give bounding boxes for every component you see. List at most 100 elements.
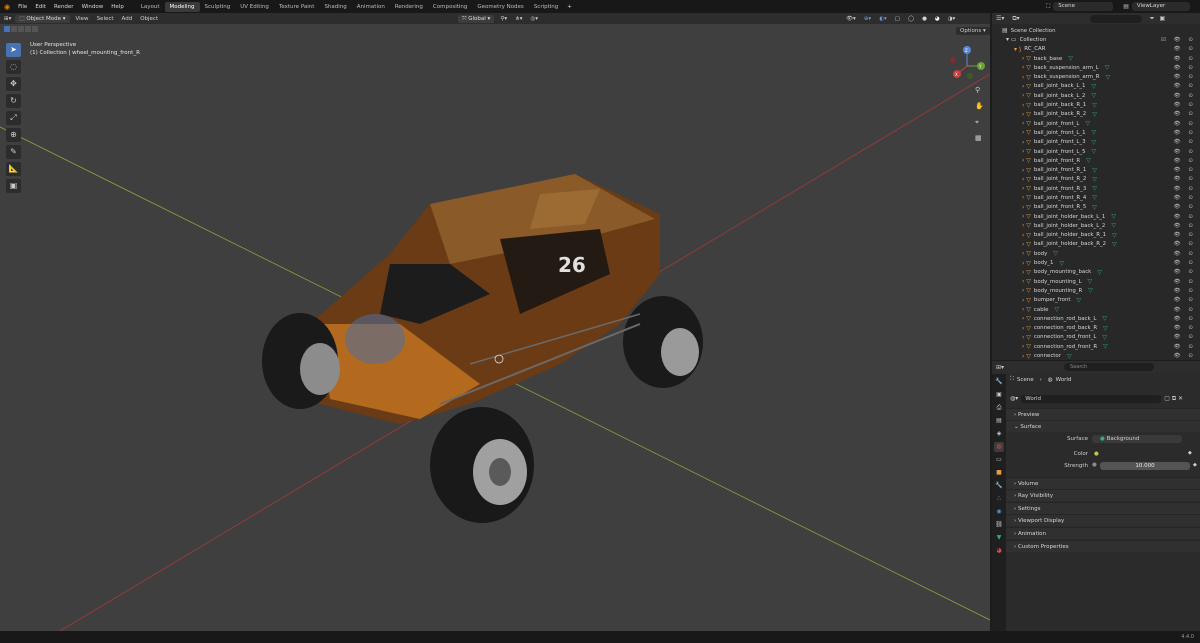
transform-tool-icon[interactable]: ⊕ (6, 128, 21, 142)
workspace-tab-sculpting[interactable]: Sculpting (200, 2, 236, 12)
collection-visibility-icons[interactable]: ☑ 👁 ⊙ (1161, 37, 1196, 43)
options-button[interactable]: Options ▾ (956, 27, 990, 35)
collection-tab-icon[interactable]: ▭ (994, 455, 1004, 465)
outliner-item[interactable]: › ▽ ball_joint_back_L_2 ▽ 👁 ⊙ (1022, 91, 1200, 100)
measure-tool-icon[interactable]: 📐 (6, 162, 21, 176)
camera-icon[interactable]: ⌖ (975, 114, 984, 130)
scene-selector[interactable]: Scene (1053, 2, 1114, 11)
item-visibility-icons[interactable]: 👁 ⊙ (1174, 139, 1196, 145)
outliner-item[interactable]: › ▽ connection_rod_back_R ▽ 👁 ⊙ (1022, 324, 1200, 333)
outliner-item[interactable]: › ▽ back_suspension_arm_R ▽ 👁 ⊙ (1022, 72, 1200, 81)
projection-icon[interactable]: ▦ (975, 130, 984, 146)
item-visibility-icons[interactable]: 👁 ⊙ (1174, 130, 1196, 136)
menu-file[interactable]: File (14, 4, 31, 10)
item-visibility-icons[interactable]: 👁 ⊙ (1174, 83, 1196, 89)
outliner-item[interactable]: › ▽ body_1 ▽ 👁 ⊙ (1022, 258, 1200, 267)
filter-icon[interactable]: ⏷ (1150, 15, 1155, 23)
outliner-item[interactable]: › ▽ ball_joint_back_R_1 ▽ 👁 ⊙ (1022, 100, 1200, 109)
tool-tab-icon[interactable]: 🔧 (994, 377, 1004, 387)
item-visibility-icons[interactable]: 👁 ⊙ (1174, 269, 1196, 275)
properties-editor-icon[interactable]: ⊞▾ (996, 364, 1004, 371)
outliner-item[interactable]: › ▽ ball_joint_front_L_3 ▽ 👁 ⊙ (1022, 138, 1200, 147)
item-visibility-icons[interactable]: 👁 ⊙ (1174, 102, 1196, 108)
shading-material-icon[interactable]: ◕ (931, 16, 944, 22)
menu-add[interactable]: Add (118, 16, 137, 22)
render-tab-icon[interactable]: ▣ (994, 390, 1004, 400)
constraints-tab-icon[interactable]: ⛓ (994, 520, 1004, 530)
workspace-tab-modeling[interactable]: Modeling (164, 1, 200, 12)
outliner-item[interactable]: › ▽ connection_rod_front_L ▽ 👁 ⊙ (1022, 333, 1200, 342)
menu-view[interactable]: View (72, 16, 93, 22)
outliner-item[interactable]: › ▽ ball_joint_holder_back_R_2 ▽ 👁 ⊙ (1022, 240, 1200, 249)
strength-keyframe-icon[interactable]: ◆ (1193, 462, 1197, 468)
item-visibility-icons[interactable]: 👁 ⊙ (1174, 251, 1196, 257)
cursor-tool-icon[interactable]: ◌ (6, 60, 21, 74)
outliner-item[interactable]: › ▽ ball_joint_front_R_2 ▽ 👁 ⊙ (1022, 175, 1200, 184)
item-visibility-icons[interactable]: 👁 ⊙ (1174, 121, 1196, 127)
select-subtract-icon[interactable] (18, 26, 24, 32)
outliner-item[interactable]: › ▽ ball_joint_front_R_5 ▽ 👁 ⊙ (1022, 203, 1200, 212)
view-layer-tab-icon[interactable]: ▤ (994, 416, 1004, 426)
item-visibility-icons[interactable]: 👁 ⊙ (1174, 260, 1196, 266)
select-extend-icon[interactable] (11, 26, 17, 32)
outliner-item[interactable]: › ▽ back_suspension_arm_L ▽ 👁 ⊙ (1022, 63, 1200, 72)
item-visibility-icons[interactable]: 👁 ⊙ (1174, 186, 1196, 192)
workspace-tab-geometry-nodes[interactable]: Geometry Nodes (472, 2, 528, 12)
menu-edit[interactable]: Edit (31, 4, 50, 10)
outliner-item[interactable]: › ▽ ball_joint_front_R_4 ▽ 👁 ⊙ (1022, 193, 1200, 202)
annotate-tool-icon[interactable]: ✎ (6, 145, 21, 159)
rc-car-visibility-icons[interactable]: 👁 ⊙ (1174, 46, 1196, 52)
surface-shader-field[interactable]: ● Background (1092, 435, 1182, 443)
outliner-item[interactable]: › ▽ ball_joint_back_L_1 ▽ 👁 ⊙ (1022, 82, 1200, 91)
section-viewport-display[interactable]: › Viewport Display (1006, 514, 1200, 527)
workspace-tab-uv-editing[interactable]: UV Editing (235, 2, 274, 12)
proportional-icon[interactable]: ◎▾ (527, 16, 543, 22)
outliner-item[interactable]: › ▽ body ▽ 👁 ⊙ (1022, 249, 1200, 258)
outliner-item[interactable]: › ▽ body_mounting_R ▽ 👁 ⊙ (1022, 286, 1200, 295)
item-visibility-icons[interactable]: 👁 ⊙ (1174, 316, 1196, 322)
shading-wire-icon[interactable]: ◯ (904, 16, 918, 22)
outliner-item[interactable]: › ▽ ball_joint_front_L ▽ 👁 ⊙ (1022, 119, 1200, 128)
outliner-item[interactable]: › ▽ ball_joint_front_L_5 ▽ 👁 ⊙ (1022, 147, 1200, 156)
workspace-tab-shading[interactable]: Shading (319, 2, 351, 12)
output-tab-icon[interactable]: ⎙ (994, 403, 1004, 413)
menu-window[interactable]: Window (78, 4, 108, 10)
strength-field[interactable]: 10.000 (1100, 462, 1190, 470)
orientation-selector[interactable]: ⤧ Global ▾ (458, 14, 495, 23)
pan-icon[interactable]: ✋ (975, 98, 984, 114)
item-visibility-icons[interactable]: 👁 ⊙ (1174, 158, 1196, 164)
particles-tab-icon[interactable]: ∴ (994, 494, 1004, 504)
view-layer-selector[interactable]: ViewLayer (1131, 2, 1190, 11)
color-field[interactable]: ● (1092, 450, 1182, 458)
add-cube-tool-icon[interactable]: ▣ (6, 179, 21, 193)
item-visibility-icons[interactable]: 👁 ⊙ (1174, 74, 1196, 80)
mode-selector[interactable]: ⬚ Object Mode ▾ (15, 14, 70, 23)
item-visibility-icons[interactable]: 👁 ⊙ (1174, 56, 1196, 62)
item-visibility-icons[interactable]: 👁 ⊙ (1174, 65, 1196, 71)
collection-row[interactable]: ▾ ▭ Collection ☑ 👁 ⊙ (1002, 35, 1200, 44)
outliner-item[interactable]: › ▽ ball_joint_front_R_3 ▽ 👁 ⊙ (1022, 184, 1200, 193)
item-visibility-icons[interactable]: 👁 ⊙ (1174, 176, 1196, 182)
item-visibility-icons[interactable]: 👁 ⊙ (1174, 307, 1196, 313)
scene-tab-icon[interactable]: ◈ (994, 429, 1004, 439)
outliner-item[interactable]: › ▽ bumper_front ▽ 👁 ⊙ (1022, 296, 1200, 305)
item-visibility-icons[interactable]: 👁 ⊙ (1174, 353, 1196, 359)
workspace-tab-scripting[interactable]: Scripting (529, 2, 563, 12)
gizmo-toggle-icon[interactable]: ⊕▾ (860, 16, 875, 22)
workspace-tab-layout[interactable]: Layout (136, 2, 165, 12)
physics-tab-icon[interactable]: ◉ (994, 507, 1004, 517)
outliner-editor-icon[interactable]: ☰▾ (996, 15, 1004, 22)
item-visibility-icons[interactable]: 👁 ⊙ (1174, 204, 1196, 210)
select-new-icon[interactable] (4, 26, 10, 32)
select-invert-icon[interactable] (25, 26, 31, 32)
outliner-item[interactable]: › ▽ connection_rod_back_L ▽ 👁 ⊙ (1022, 314, 1200, 323)
shading-rendered-icon[interactable]: ◑▾ (944, 16, 960, 22)
item-visibility-icons[interactable]: 👁 ⊙ (1174, 214, 1196, 220)
3d-viewport[interactable]: 26 X Y Z User Perspective (1) Collection… (0, 24, 990, 631)
color-keyframe-icon[interactable]: ◆ (1188, 450, 1192, 456)
scale-tool-icon[interactable]: ⤢ (6, 111, 21, 125)
menu-help[interactable]: Help (107, 4, 128, 10)
workspace-tab-animation[interactable]: Animation (352, 2, 390, 12)
select-tool-icon[interactable]: ➤ (6, 43, 21, 57)
outliner-item[interactable]: › ▽ ball_joint_holder_back_R_1 ▽ 👁 ⊙ (1022, 231, 1200, 240)
